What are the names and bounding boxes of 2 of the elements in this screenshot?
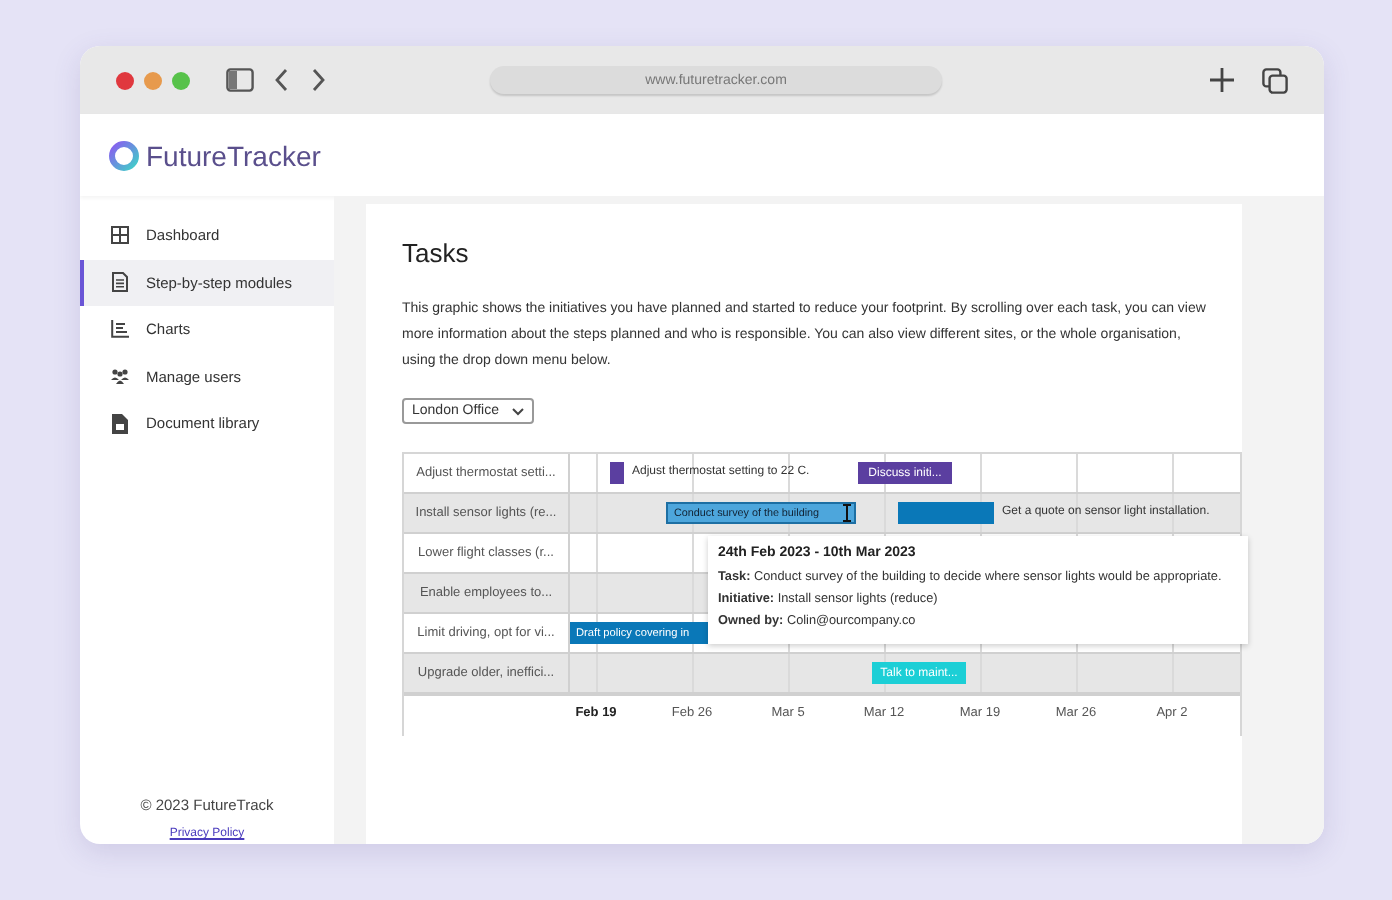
logo-text: FutureTracker	[146, 139, 321, 171]
page-title: Tasks	[402, 238, 471, 268]
